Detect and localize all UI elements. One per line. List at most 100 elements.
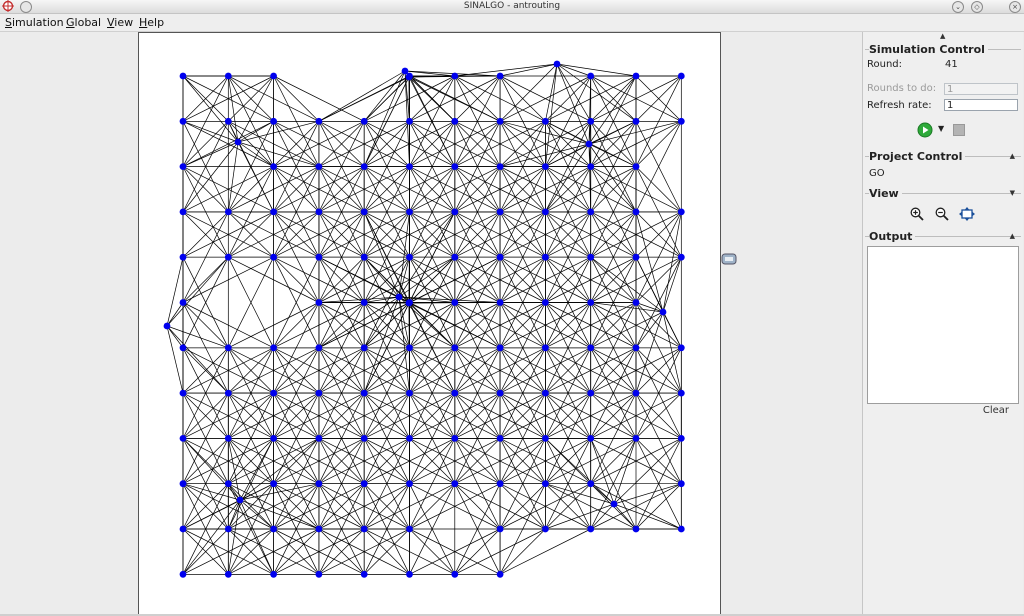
graph-node[interactable]	[451, 163, 459, 171]
graph-node[interactable]	[496, 525, 504, 533]
graph-node[interactable]	[587, 480, 595, 488]
graph-node[interactable]	[360, 117, 368, 125]
graph-node[interactable]	[270, 525, 277, 533]
graph-node[interactable]	[315, 299, 323, 306]
graph-node[interactable]	[270, 570, 277, 578]
graph-node[interactable]	[632, 117, 640, 125]
graph-node[interactable]	[224, 117, 232, 125]
graph-node[interactable]	[406, 344, 413, 352]
graph-node[interactable]	[587, 389, 595, 397]
graph-node[interactable]	[496, 208, 504, 216]
graph-node[interactable]	[179, 344, 187, 352]
graph-node[interactable]	[315, 570, 323, 578]
graph-node[interactable]	[179, 299, 187, 306]
collapse-up-icon[interactable]: ▲	[1010, 152, 1015, 160]
graph-node[interactable]	[224, 253, 232, 261]
graph-node[interactable]	[496, 163, 504, 171]
graph-node[interactable]	[360, 435, 368, 442]
graph-node[interactable]	[587, 163, 595, 171]
graph-node[interactable]	[270, 344, 277, 352]
graph-node[interactable]	[270, 253, 277, 261]
menu-view[interactable]: View	[107, 14, 133, 31]
graph-node[interactable]	[179, 525, 187, 533]
graph-node[interactable]	[610, 500, 618, 508]
graph-node[interactable]	[234, 138, 242, 146]
graph-node[interactable]	[179, 72, 187, 80]
graph-node[interactable]	[315, 480, 323, 488]
stop-icon[interactable]	[953, 124, 965, 136]
graph-node[interactable]	[360, 525, 368, 533]
graph-node[interactable]	[632, 344, 640, 352]
graph-node[interactable]	[587, 435, 595, 442]
graph-node[interactable]	[360, 208, 368, 216]
menu-help[interactable]: Help	[139, 14, 164, 31]
graph-node[interactable]	[270, 72, 277, 80]
graph-node[interactable]	[553, 60, 561, 68]
graph-node[interactable]	[542, 480, 549, 488]
graph-node[interactable]	[270, 389, 277, 397]
graph-node[interactable]	[677, 480, 685, 488]
graph-node[interactable]	[496, 253, 504, 261]
graph-node[interactable]	[677, 344, 685, 352]
graph-node[interactable]	[270, 208, 277, 216]
graph-node[interactable]	[224, 480, 232, 488]
clear-output-button[interactable]: Clear	[983, 405, 1009, 416]
graph-node[interactable]	[406, 525, 413, 533]
graph-node[interactable]	[315, 208, 323, 216]
graph-node[interactable]	[179, 253, 187, 261]
graph-node[interactable]	[496, 480, 504, 488]
menu-simulation[interactable]: Simulation	[5, 14, 64, 31]
menu-global[interactable]: Global	[66, 14, 101, 31]
graph-node[interactable]	[587, 253, 595, 261]
graph-node[interactable]	[406, 163, 413, 171]
graph-node[interactable]	[360, 253, 368, 261]
graph-node[interactable]	[677, 208, 685, 216]
graph-node[interactable]	[451, 72, 459, 80]
graph-node[interactable]	[315, 253, 323, 261]
graph-node[interactable]	[179, 117, 187, 125]
graph-node[interactable]	[542, 117, 549, 125]
graph-node[interactable]	[224, 72, 232, 80]
graph-node[interactable]	[451, 480, 459, 488]
graph-node[interactable]	[542, 389, 549, 397]
graph-node[interactable]	[542, 208, 549, 216]
graph-node[interactable]	[315, 344, 323, 352]
go-button[interactable]: GO	[869, 168, 885, 179]
graph-node[interactable]	[406, 435, 413, 442]
graph-node[interactable]	[315, 163, 323, 171]
graph-node[interactable]	[315, 435, 323, 442]
graph-node[interactable]	[360, 163, 368, 171]
graph-node[interactable]	[315, 525, 323, 533]
refresh-rate-field[interactable]: 1	[944, 99, 1018, 111]
graph-node[interactable]	[451, 389, 459, 397]
graph-node[interactable]	[542, 435, 549, 442]
graph-node[interactable]	[451, 299, 459, 306]
graph-node[interactable]	[179, 570, 187, 578]
graph-node[interactable]	[585, 140, 593, 148]
graph-node[interactable]	[224, 525, 232, 533]
graph-node[interactable]	[179, 389, 187, 397]
graph-node[interactable]	[224, 570, 232, 578]
graph-node[interactable]	[406, 208, 413, 216]
graph-node[interactable]	[542, 525, 549, 533]
graph-node[interactable]	[451, 435, 459, 442]
graph-node[interactable]	[270, 163, 277, 171]
graph-node[interactable]	[451, 344, 459, 352]
graph-node[interactable]	[587, 344, 595, 352]
graph-node[interactable]	[677, 72, 685, 80]
graph-node[interactable]	[496, 344, 504, 352]
graph-node[interactable]	[406, 117, 413, 125]
graph-node[interactable]	[632, 163, 640, 171]
graph-node[interactable]	[587, 525, 595, 533]
graph-node[interactable]	[451, 253, 459, 261]
zoom-in-icon[interactable]	[910, 207, 924, 221]
graph-node[interactable]	[406, 480, 413, 488]
graph-node[interactable]	[406, 389, 413, 397]
graph-node[interactable]	[451, 570, 459, 578]
graph-node[interactable]	[224, 435, 232, 442]
play-icon[interactable]	[917, 122, 933, 138]
graph-node[interactable]	[677, 525, 685, 533]
graph-node[interactable]	[395, 293, 403, 301]
graph-node[interactable]	[224, 344, 232, 352]
graph-node[interactable]	[632, 435, 640, 442]
